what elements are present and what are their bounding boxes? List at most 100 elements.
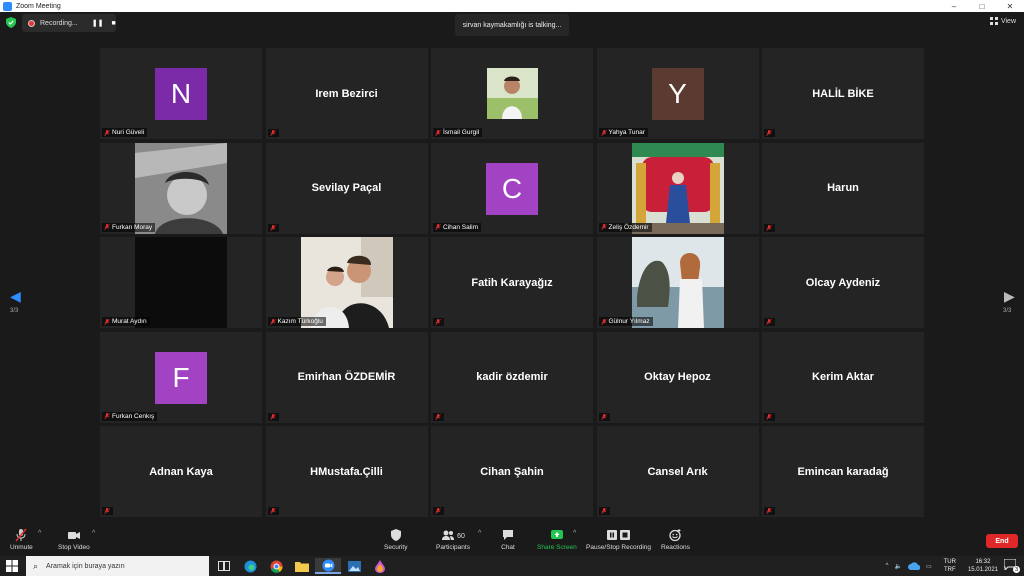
chat-button[interactable]: Chat <box>501 528 515 551</box>
participant-name-label: Furkan Cenkış <box>102 411 158 421</box>
photos-icon[interactable] <box>341 558 367 574</box>
participant-avatar: Y <box>651 68 704 120</box>
edge-icon[interactable] <box>237 558 263 574</box>
mic-muted-icon <box>435 224 441 230</box>
participants-options-caret-icon[interactable]: ^ <box>478 530 481 537</box>
video-options-caret-icon[interactable]: ^ <box>92 530 95 537</box>
mic-muted-icon <box>435 129 441 136</box>
participant-tile-harun[interactable]: Harun <box>762 142 924 234</box>
stop-recording-button[interactable]: ■ <box>111 20 115 27</box>
reactions-icon <box>669 529 682 542</box>
participant-tile-cihan-salim[interactable]: C Cihan Salim <box>431 142 593 234</box>
shield-icon[interactable] <box>6 17 16 28</box>
notification-count: 3 <box>1013 566 1020 573</box>
participant-tile-irem-bezirci[interactable]: Irem Bezirci <box>265 48 428 139</box>
mic-muted-icon <box>600 224 607 230</box>
participant-name-label <box>267 129 279 137</box>
share-screen-button[interactable]: Share Screen <box>537 528 577 551</box>
mic-muted-icon <box>600 508 607 514</box>
participant-tile-gulnur-yilmaz[interactable]: Gülnur Yılmaz <box>596 237 759 328</box>
share-options-caret-icon[interactable]: ^ <box>573 530 576 537</box>
participant-tile-sevilay-pacal[interactable]: Sevilay Paçal <box>265 142 428 234</box>
participant-tile-kazim-turkoglu[interactable]: Kazım Türkoğlu <box>265 237 428 328</box>
participant-tile-adnan-kaya[interactable]: Adnan Kaya <box>100 426 262 517</box>
task-view-icon[interactable] <box>211 558 237 574</box>
participant-name-label <box>764 412 775 421</box>
mic-muted-icon <box>600 129 607 136</box>
participant-video <box>135 237 227 328</box>
participant-video <box>631 237 724 328</box>
participant-tile-murat-aydin[interactable]: Murat Aydın <box>100 237 262 328</box>
folder-icon[interactable] <box>289 558 315 574</box>
grid-view-icon <box>989 17 998 25</box>
participant-tile-hmustafa-cilli[interactable]: HMustafa.Çilli <box>265 426 428 517</box>
participant-avatar: C <box>486 162 538 215</box>
participants-button[interactable]: 60 Participants <box>436 528 470 551</box>
mic-muted-icon <box>104 413 110 419</box>
participant-tile-halil-bike[interactable]: HALİL BİKE <box>762 48 924 139</box>
participant-tile-emirhan-ozdemir[interactable]: Emirhan ÖZDEMİR <box>265 331 428 423</box>
participant-label-text: Furkan Moray <box>112 223 153 231</box>
participant-name: Harun <box>827 182 859 194</box>
chrome-icon[interactable] <box>263 558 289 574</box>
mic-muted-icon <box>435 508 441 514</box>
reactions-label: Reactions <box>661 544 690 551</box>
network-icon[interactable]: ▭ <box>926 563 932 570</box>
participant-tile-zelis-ozdemir[interactable]: Zeliş Özdemir <box>596 142 759 234</box>
view-button[interactable]: View <box>989 17 1016 25</box>
participant-tile-yahya-tunar[interactable]: Y Yahya Tunar <box>596 48 759 139</box>
taskbar-clock[interactable]: 16:32 15.01.2021 <box>968 558 998 574</box>
page-indicator-left: 3/3 <box>10 308 19 314</box>
notification-center-icon[interactable]: 3 <box>1003 558 1020 573</box>
mic-muted-icon <box>435 319 441 325</box>
participant-tile-emincan-karadag[interactable]: Emincan karadağ <box>762 426 924 517</box>
participant-tile-oktay-hepoz[interactable]: Oktay Hepoz <box>596 331 759 423</box>
participant-name-label <box>267 507 279 515</box>
paint-icon[interactable] <box>367 558 393 574</box>
participant-name-label <box>764 223 775 232</box>
windows-icon[interactable] <box>6 560 18 572</box>
participant-tile-ismail-gurgil[interactable]: İsmail Gurgil <box>431 48 593 139</box>
participant-tile-kerim-aktar[interactable]: Kerim Aktar <box>762 331 924 423</box>
participant-name-label <box>267 412 279 421</box>
tray-chevron-icon[interactable]: ^ <box>886 563 889 569</box>
share-screen-label: Share Screen <box>537 544 577 551</box>
participant-tile-olcay-aydeniz[interactable]: Olcay Aydeniz <box>762 237 924 328</box>
unmute-button[interactable]: Unmute <box>10 528 33 551</box>
pause-recording-button[interactable]: ❚❚ <box>92 19 104 27</box>
clock-date: 15.01.2021 <box>967 567 998 573</box>
page-indicator-right: 3/3 <box>1003 308 1012 314</box>
participant-label-text: Zeliş Özdemir <box>608 223 649 231</box>
zoom-icon[interactable] <box>315 558 341 574</box>
speaker-icon[interactable]: 🔈 <box>894 563 901 570</box>
mic-muted-icon <box>766 413 772 420</box>
pause-stop-recording-button[interactable]: Pause/Stop Recording <box>586 528 651 551</box>
participant-name-label <box>764 507 775 515</box>
maximize-button[interactable]: □ <box>968 0 996 12</box>
next-page-arrow-icon[interactable]: ▶ <box>1004 288 1015 305</box>
security-button[interactable]: Security <box>384 528 407 551</box>
mic-muted-icon <box>104 224 110 230</box>
minimize-button[interactable]: – <box>940 0 968 12</box>
previous-page-arrow-icon[interactable]: ◀ <box>10 288 21 305</box>
taskbar-search-box[interactable]: ⌕ Aramak için buraya yazın <box>26 556 209 576</box>
stop-video-button[interactable]: Stop Video <box>58 528 90 551</box>
cloud-icon[interactable] <box>908 562 920 570</box>
mic-muted-icon <box>435 413 441 420</box>
participants-icon <box>442 530 455 540</box>
close-button[interactable]: ✕ <box>996 0 1024 12</box>
participant-tile-furkan-cenkis[interactable]: F Furkan Cenkış <box>100 331 262 423</box>
reactions-button[interactable]: Reactions <box>661 528 690 551</box>
participant-tile-nuri-guveli[interactable]: N Nuri Güveli <box>100 48 262 139</box>
participant-tile-furkan-moray[interactable]: Furkan Moray <box>100 142 262 234</box>
pause-stop-recording-label: Pause/Stop Recording <box>586 544 652 551</box>
participant-tile-cansel-arik[interactable]: Cansel Arık <box>596 426 759 517</box>
input-language[interactable]: TUR TRF <box>944 558 956 574</box>
participant-tile-cihan-sahin[interactable]: Cihan Şahin <box>431 426 593 517</box>
participant-tile-kadir-ozdemir[interactable]: kadir özdemir <box>431 331 593 423</box>
participant-name: Kerim Aktar <box>812 371 874 383</box>
end-meeting-button[interactable]: End <box>986 534 1018 548</box>
participant-tile-fatih-karayagiz[interactable]: Fatih Karayağız <box>431 237 593 328</box>
audio-options-caret-icon[interactable]: ^ <box>38 530 41 537</box>
participant-name: Fatih Karayağız <box>471 276 553 289</box>
